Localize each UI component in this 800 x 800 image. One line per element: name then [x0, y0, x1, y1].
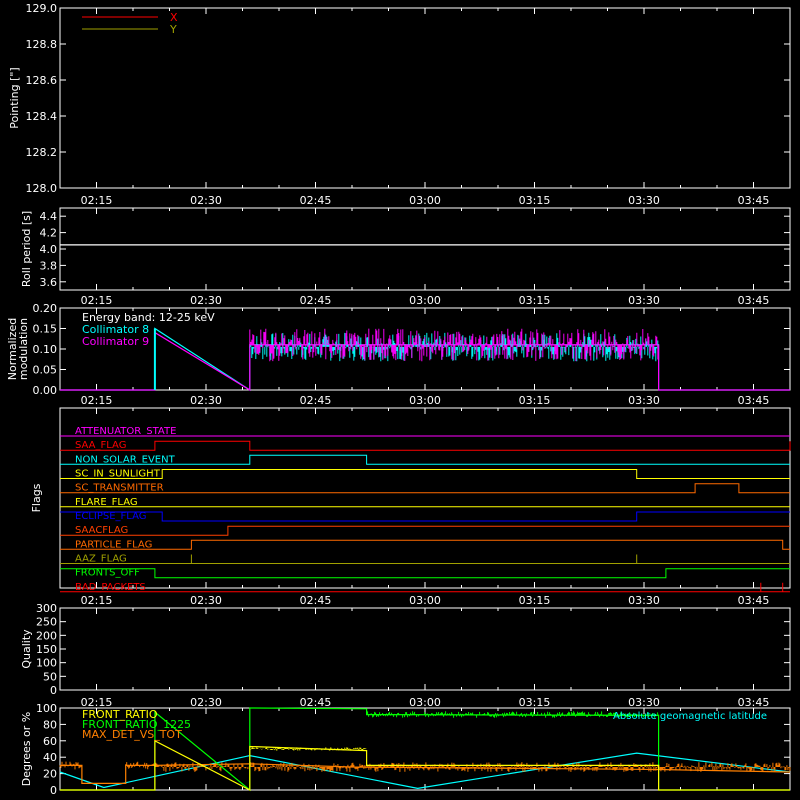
flag-label: SC_TRANSMITTER	[75, 483, 164, 494]
y-tick-label: 4.2	[40, 227, 58, 240]
x-tick-label: 02:15	[81, 294, 113, 307]
y-tick-label: 3.6	[40, 276, 58, 289]
y-tick-label: 150	[36, 643, 57, 656]
flag-label: SC_IN_SUNLIGHT	[75, 469, 161, 480]
x-tick-label: 03:00	[409, 394, 441, 407]
y-tick-label: 0.10	[33, 343, 58, 356]
y-tick-label: 0.15	[33, 323, 58, 336]
x-tick-label: 03:30	[628, 194, 660, 207]
y-tick-label: 0	[50, 784, 57, 797]
y-axis-label: Degrees or %	[20, 712, 33, 786]
x-tick-label: 02:15	[81, 394, 113, 407]
x-tick-label: 03:45	[738, 696, 770, 709]
y-tick-label: 0.20	[33, 302, 58, 315]
x-tick-label: 03:30	[628, 294, 660, 307]
y-axis-label: Quality	[20, 629, 33, 669]
y-axis-label: Roll period [s]	[20, 211, 33, 287]
x-tick-label: 02:45	[300, 194, 332, 207]
x-tick-label: 02:15	[81, 594, 113, 607]
y-tick-label: 128.2	[26, 146, 58, 159]
x-tick-label: 03:15	[519, 594, 551, 607]
x-tick-label: 03:00	[409, 194, 441, 207]
y-tick-label: 0.05	[33, 364, 58, 377]
x-tick-label: 03:45	[738, 394, 770, 407]
y-tick-label: 3.8	[40, 259, 58, 272]
x-tick-label: 02:30	[190, 394, 222, 407]
y-tick-label: 60	[43, 735, 57, 748]
x-tick-label: 02:15	[81, 194, 113, 207]
y-tick-label: 200	[36, 629, 57, 642]
y-tick-label: 20	[43, 768, 57, 781]
y-axis-label: modulation	[17, 318, 30, 380]
x-tick-label: 03:30	[628, 594, 660, 607]
y-tick-label: 100	[36, 657, 57, 670]
y-tick-label: 128.8	[26, 38, 58, 51]
legend-entry: Y	[169, 23, 177, 36]
x-tick-label: 02:45	[300, 594, 332, 607]
legend-entry: Collimator 9	[82, 335, 149, 348]
x-tick-label: 02:30	[190, 294, 222, 307]
flag-label: ATTENUATOR_STATE	[75, 426, 176, 437]
x-tick-label: 03:15	[519, 194, 551, 207]
flag-label: SAACFLAG	[75, 525, 128, 536]
y-tick-label: 40	[43, 751, 57, 764]
x-tick-label: 02:30	[190, 594, 222, 607]
y-tick-label: 80	[43, 718, 57, 731]
x-tick-label: 03:00	[409, 594, 441, 607]
x-tick-label: 03:45	[738, 594, 770, 607]
legend-entry: Absolute geomagnetic latitude	[613, 711, 767, 722]
flag-label: FRONTS_OFF	[75, 568, 140, 579]
y-tick-label: 100	[36, 702, 57, 715]
y-axis-label: Pointing ["]	[8, 67, 21, 128]
x-tick-label: 02:45	[300, 696, 332, 709]
x-tick-label: 03:00	[409, 294, 441, 307]
figure-canvas: 02:15 02:30 02:45 03:00 03:15 03:30 03:45 128.0…	[0, 0, 800, 800]
y-tick-label: 0	[50, 684, 57, 697]
x-tick-label: 02:30	[190, 194, 222, 207]
x-tick-label: 03:45	[738, 194, 770, 207]
x-tick-label: 03:30	[628, 394, 660, 407]
flag-label: PARTICLE_FLAG	[75, 539, 152, 550]
flag-label: ECLIPSE_FLAG	[75, 511, 146, 522]
y-tick-label: 0.00	[33, 384, 58, 397]
y-axis-label: Flags	[30, 483, 43, 512]
y-tick-label: 250	[36, 616, 57, 629]
x-tick-label: 02:45	[300, 394, 332, 407]
legend-entry: MAX_DET_VS_TOT	[82, 728, 182, 741]
flag-label: FLARE_FLAG	[75, 497, 138, 508]
y-tick-label: 128.0	[26, 182, 58, 195]
y-tick-label: 4.0	[40, 243, 58, 256]
x-tick-label: 03:15	[519, 394, 551, 407]
flag-label: SAA_FLAG	[75, 440, 126, 451]
x-tick-label: 03:15	[519, 294, 551, 307]
flag-label: NON_SOLAR_EVENT	[75, 454, 176, 465]
y-tick-label: 300	[36, 602, 57, 615]
x-tick-label: 03:45	[738, 294, 770, 307]
y-tick-label: 128.4	[26, 110, 58, 123]
y-tick-label: 4.4	[40, 210, 58, 223]
flag-label: AAZ_FLAG	[75, 554, 127, 565]
y-tick-label: 50	[43, 670, 57, 683]
x-tick-label: 03:15	[519, 696, 551, 709]
x-tick-label: 02:30	[190, 696, 222, 709]
y-tick-label: 128.6	[26, 74, 58, 87]
flag-label: BAD_PACKETS	[75, 582, 146, 593]
x-tick-label: 02:45	[300, 294, 332, 307]
x-tick-label: 03:30	[628, 696, 660, 709]
x-tick-label: 03:00	[409, 696, 441, 709]
y-tick-label: 129.0	[26, 2, 58, 15]
